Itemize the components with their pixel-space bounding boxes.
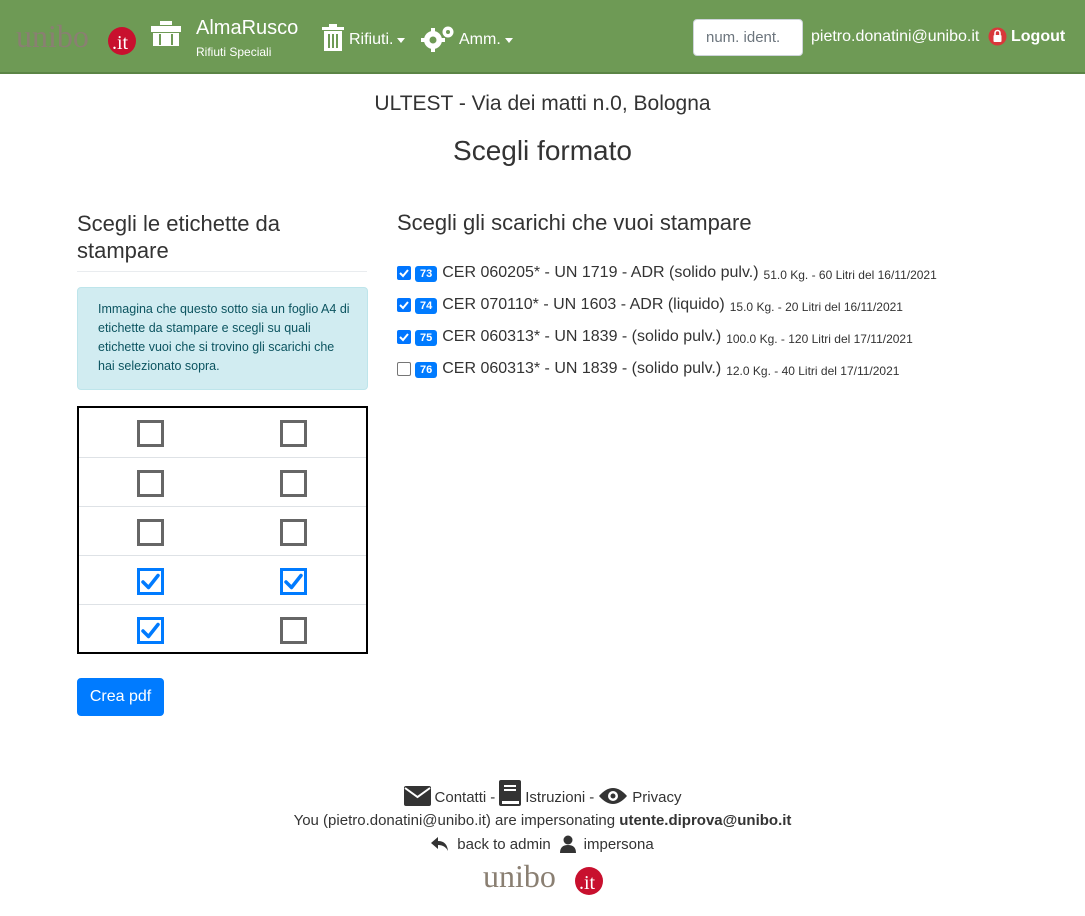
menu-rifiuti[interactable]: Rifiuti. (321, 22, 406, 52)
contatti-link[interactable]: Contatti (435, 789, 487, 806)
separator: - (589, 789, 595, 806)
navbar: unibo .it AlmaRusco Rifiuti Speciali Rif… (0, 0, 1085, 74)
logout-label: Logout (1011, 27, 1066, 45)
shipment-checkbox[interactable] (397, 266, 411, 280)
label-grid-row (79, 555, 366, 604)
svg-text:.it: .it (579, 872, 596, 894)
separator: - (490, 789, 496, 806)
lock-icon (988, 27, 1007, 46)
shipment-detail: 12.0 Kg. - 40 Litri del 17/11/2021 (726, 363, 900, 378)
impersonation-notice: You (pietro.donatini@unibo.it) are imper… (0, 812, 1085, 829)
label-grid-row (79, 604, 366, 653)
shipment-detail: 15.0 Kg. - 20 Litri del 16/11/2021 (729, 299, 903, 314)
unibo-footer-logo: unibo .it (483, 858, 603, 895)
impersona-label: impersona (583, 835, 654, 853)
svg-text:unibo: unibo (483, 858, 556, 894)
app-subtitle: Rifiuti Speciali (196, 45, 272, 59)
reply-icon (431, 837, 449, 851)
book-icon[interactable] (499, 780, 522, 806)
shipment-description: CER 070110* - UN 1603 - ADR (liquido) (442, 296, 725, 313)
shipment-item[interactable]: 73 CER 060205* - UN 1719 - ADR (solido pu… (397, 262, 937, 284)
label-grid-row (79, 457, 366, 506)
label-checkbox[interactable] (137, 420, 164, 447)
menu-amm-label: Amm. (459, 31, 501, 48)
back-to-admin-label: back to admin (457, 835, 551, 853)
shipment-description: CER 060205* - UN 1719 - ADR (solido pulv… (442, 264, 759, 281)
label-checkbox-checked[interactable] (280, 568, 307, 595)
create-pdf-button[interactable]: Crea pdf (77, 678, 164, 716)
user-icon (559, 835, 576, 853)
svg-text:.it: .it (112, 32, 129, 54)
trash-icon (322, 24, 344, 51)
num-ident-input[interactable] (693, 19, 803, 56)
logout-button[interactable]: Logout (988, 27, 1065, 46)
chevron-down-icon (504, 38, 513, 43)
unibo-logo[interactable]: unibo .it (16, 18, 136, 58)
label-checkbox[interactable] (280, 519, 307, 546)
shipment-id-badge: 74 (415, 298, 438, 314)
label-sheet-grid (77, 406, 368, 654)
impersona-link[interactable]: impersona (559, 835, 654, 853)
shipment-checkbox[interactable] (397, 330, 411, 344)
page-title: Scegli formato (453, 135, 632, 166)
user-email[interactable]: pietro.donatini@unibo.it (811, 28, 979, 46)
shipment-checkbox[interactable] (397, 362, 411, 376)
envelope-icon[interactable] (403, 786, 431, 806)
shipment-description: CER 060313* - UN 1839 - (solido pulv.) (442, 360, 722, 377)
shipment-description: CER 060313* - UN 1839 - (solido pulv.) (442, 328, 722, 345)
dumpster-icon[interactable] (150, 20, 182, 48)
app-title[interactable]: AlmaRusco (196, 17, 298, 40)
shipment-checkbox[interactable] (397, 298, 411, 312)
info-alert: Immagina che questo sotto sia un foglio … (77, 287, 368, 390)
menu-amm[interactable]: Amm. (421, 22, 513, 52)
shipment-item[interactable]: 75 CER 060313* - UN 1839 - (solido pulv.)… (397, 326, 913, 348)
label-checkbox[interactable] (280, 617, 307, 644)
shipment-detail: 51.0 Kg. - 60 Litri del 16/11/2021 (763, 267, 937, 282)
gears-icon (421, 26, 454, 52)
label-checkbox-checked[interactable] (137, 568, 164, 595)
eye-icon[interactable] (598, 786, 628, 806)
shipment-item[interactable]: 74 CER 070110* - UN 1603 - ADR (liquido) 1… (397, 294, 903, 316)
divider (77, 271, 367, 272)
site-address: ULTEST - Via dei matti n.0, Bologna (374, 92, 711, 115)
istruzioni-link[interactable]: Istruzioni (525, 789, 585, 806)
labels-heading: Scegli le etichette da stampare (77, 211, 281, 263)
label-checkbox[interactable] (137, 519, 164, 546)
unibo-logo-text: unibo (16, 18, 89, 54)
shipment-id-badge: 76 (415, 362, 438, 378)
privacy-link[interactable]: Privacy (632, 789, 681, 806)
shipment-id-badge: 73 (415, 266, 438, 282)
label-grid-row (79, 506, 366, 555)
label-checkbox[interactable] (137, 470, 164, 497)
label-grid-row (79, 408, 366, 457)
footer-links: Contatti - Istruzioni - Privacy (0, 780, 1085, 806)
back-to-admin-link[interactable]: back to admin (431, 835, 551, 853)
shipment-id-badge: 75 (415, 330, 438, 346)
admin-links: back to admin impersona (0, 835, 1085, 853)
impersonation-text: You (pietro.donatini@unibo.it) are imper… (293, 812, 616, 829)
chevron-down-icon (397, 38, 406, 43)
shipments-heading: Scegli gli scarichi che vuoi stampare (397, 210, 752, 235)
shipment-detail: 100.0 Kg. - 120 Litri del 17/11/2021 (726, 331, 913, 346)
impersonated-user: utente.diprova@unibo.it (619, 812, 792, 829)
shipment-item[interactable]: 76 CER 060313* - UN 1839 - (solido pulv.)… (397, 358, 899, 380)
label-checkbox[interactable] (280, 420, 307, 447)
label-checkbox[interactable] (280, 470, 307, 497)
label-checkbox-checked[interactable] (137, 617, 164, 644)
menu-rifiuti-label: Rifiuti. (349, 31, 394, 48)
